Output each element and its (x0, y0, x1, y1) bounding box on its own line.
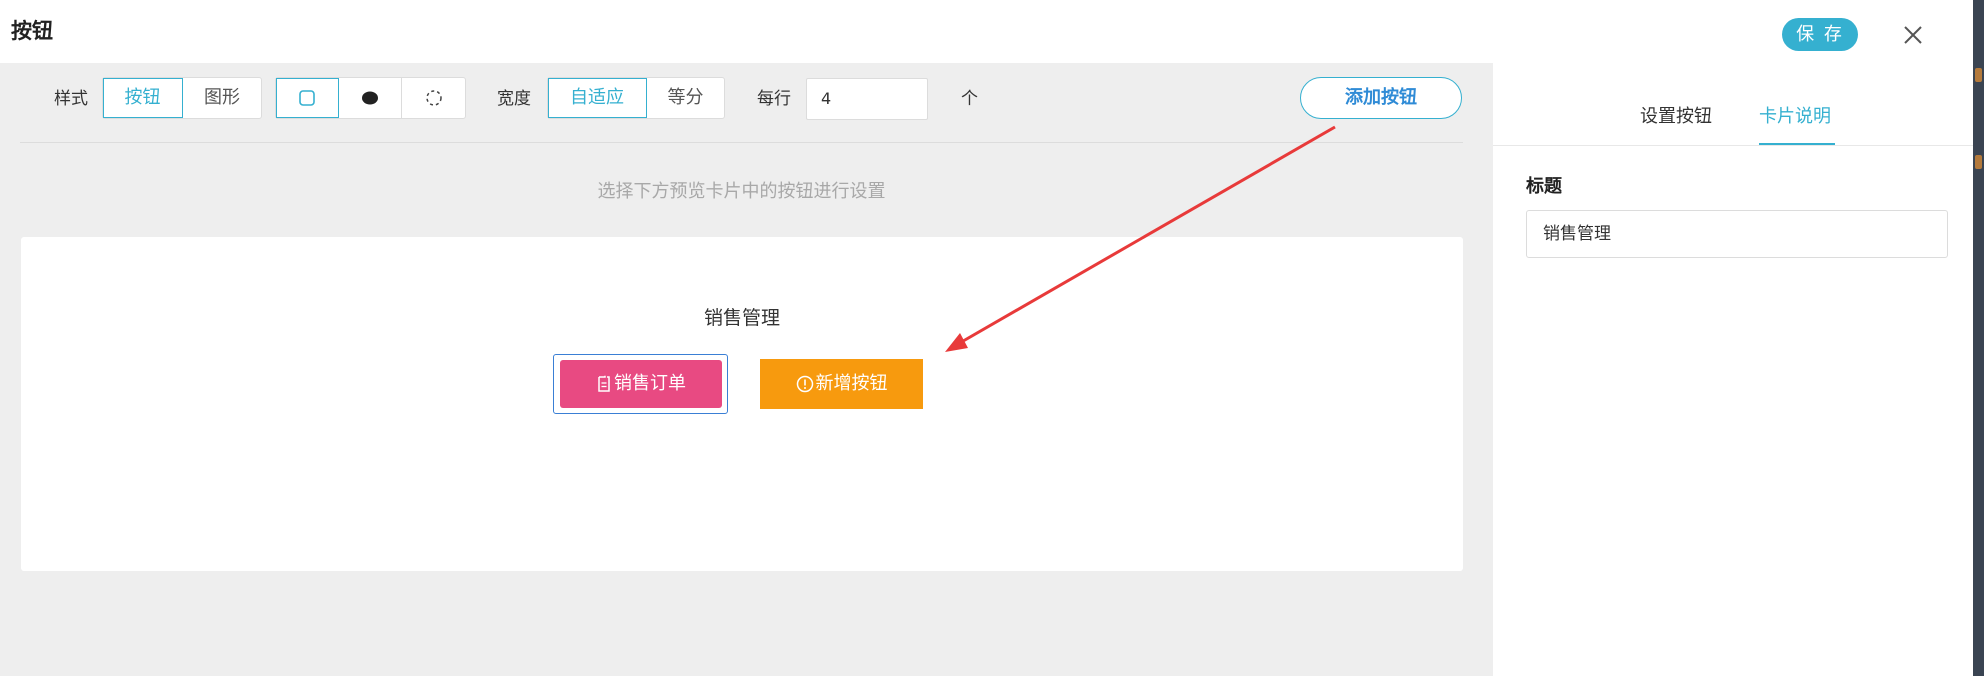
dashed-circle-icon (425, 90, 442, 106)
document-icon (598, 375, 610, 392)
filled-circle-icon (362, 91, 378, 105)
title-input[interactable]: 销售管理 (1526, 210, 1948, 258)
title-field-label: 标题 (1526, 176, 1562, 197)
tabs-divider (1493, 145, 1973, 146)
width-label: 宽度 (497, 89, 531, 109)
style-option-shape[interactable]: 图形 (183, 78, 261, 118)
close-button[interactable] (1900, 22, 1926, 48)
sales-order-label: 销售订单 (614, 373, 686, 394)
shape-toggle (275, 77, 466, 119)
new-button-label: 新增按钮 (815, 373, 888, 394)
preview-hint: 选择下方预览卡片中的按钮进行设置 (597, 181, 886, 202)
shape-option-square[interactable] (276, 78, 339, 118)
width-option-equal[interactable]: 等分 (647, 78, 724, 118)
tab-card-description[interactable]: 卡片说明 (1759, 102, 1831, 132)
style-toggle: 按钮 图形 (102, 77, 262, 119)
close-icon (1904, 26, 1922, 44)
rounded-square-icon (299, 90, 315, 106)
settings-panel (1493, 63, 1973, 676)
width-option-auto[interactable]: 自适应 (548, 78, 647, 118)
preview-area: 样式 按钮 图形 宽度 自适应 等分 每行 4 个 添加按钮 选择下方预览卡片中… (0, 63, 1493, 676)
tab-set-button[interactable]: 设置按钮 (1640, 102, 1712, 132)
sales-order-button[interactable]: 销售订单 (560, 360, 722, 408)
dialog-header: 按钮 保 存 (0, 0, 1973, 63)
shape-option-dashed[interactable] (402, 78, 465, 118)
width-toggle: 自适应 等分 (547, 77, 725, 119)
style-label: 样式 (54, 89, 88, 109)
shape-option-circle[interactable] (339, 78, 402, 118)
preview-card (21, 237, 1463, 571)
new-button[interactable]: 新增按钮 (760, 359, 923, 409)
dialog-title: 按钮 (11, 19, 53, 43)
style-option-button[interactable]: 按钮 (103, 78, 183, 118)
alert-circle-icon (796, 375, 813, 393)
background-window-edge (1973, 0, 1984, 676)
add-button[interactable]: 添加按钮 (1300, 77, 1462, 119)
toolbar-divider (20, 142, 1463, 143)
per-row-input[interactable]: 4 (806, 78, 928, 120)
save-button[interactable]: 保 存 (1782, 18, 1858, 51)
button-settings-dialog: 按钮 保 存 样式 按钮 图形 宽度 自适应 等分 每行 4 个 添加按钮 选择… (0, 0, 1973, 676)
per-row-unit: 个 (961, 89, 978, 109)
per-row-label: 每行 (757, 89, 791, 109)
card-title: 销售管理 (703, 307, 780, 329)
